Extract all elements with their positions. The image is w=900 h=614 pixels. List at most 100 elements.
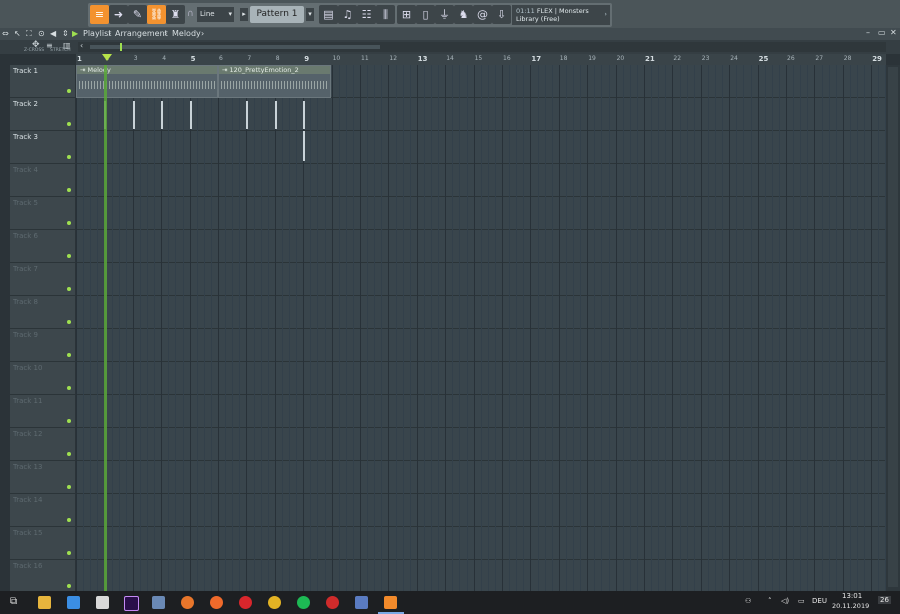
track-header[interactable]: Track 9 bbox=[10, 329, 75, 362]
plug-icon[interactable]: ⏚ bbox=[435, 5, 454, 24]
piano-roll-icon[interactable]: ♫ bbox=[338, 5, 357, 24]
track-mute-led-icon[interactable] bbox=[67, 386, 71, 390]
fl-studio-icon[interactable] bbox=[384, 596, 397, 609]
vertical-scroll-thumb[interactable] bbox=[888, 67, 898, 587]
track-header[interactable]: Track 13 bbox=[10, 461, 75, 494]
pretty-emotion-clip[interactable]: ⇥ 120_PrettyEmotion_2 bbox=[218, 65, 331, 98]
plugin-info-panel[interactable]: 01:11 FLEX | Monsters Library (Free) › bbox=[512, 5, 610, 25]
track-mute-led-icon[interactable] bbox=[67, 254, 71, 258]
firefox-icon[interactable] bbox=[181, 596, 194, 609]
track-mute-led-icon[interactable] bbox=[67, 518, 71, 522]
breadcrumb-3[interactable]: Melody bbox=[172, 29, 201, 38]
mail-icon[interactable] bbox=[96, 596, 109, 609]
track-header[interactable]: Track 2 bbox=[10, 98, 75, 131]
track-header[interactable]: Track 11 bbox=[10, 395, 75, 428]
clock-date[interactable]: 20.11.2019 bbox=[832, 602, 869, 610]
network-icon[interactable]: ▭ bbox=[798, 597, 805, 605]
track-mute-led-icon[interactable] bbox=[67, 320, 71, 324]
track-mute-led-icon[interactable] bbox=[67, 551, 71, 555]
language-indicator[interactable]: DEU bbox=[812, 597, 827, 605]
track-mute-led-icon[interactable] bbox=[67, 188, 71, 192]
app-red-icon[interactable] bbox=[326, 596, 339, 609]
track-mute-led-icon[interactable] bbox=[67, 452, 71, 456]
file-explorer-icon[interactable] bbox=[38, 596, 51, 609]
zoom-icon[interactable]: ⊙ bbox=[38, 29, 45, 38]
pattern-prev-button[interactable]: ▸ bbox=[240, 8, 248, 21]
task-view-icon[interactable]: ⧉ bbox=[10, 596, 17, 607]
track-header[interactable]: Track 12 bbox=[10, 428, 75, 461]
magnet-icon[interactable]: ∩ bbox=[187, 9, 194, 19]
download-icon[interactable]: ⇩ bbox=[492, 5, 511, 24]
browser-icon[interactable]: ▯ bbox=[416, 5, 435, 24]
track-mute-led-icon[interactable] bbox=[67, 89, 71, 93]
brush-icon[interactable]: ✎ bbox=[128, 5, 147, 24]
scroll-left-icon[interactable]: ‹ bbox=[80, 41, 83, 50]
track-header[interactable]: Track 5 bbox=[10, 197, 75, 230]
track-header[interactable]: Track 3 bbox=[10, 131, 75, 164]
track-header[interactable]: Track 15 bbox=[10, 527, 75, 560]
cursor-icon[interactable]: ↖ bbox=[14, 29, 21, 38]
track-mute-led-icon[interactable] bbox=[67, 584, 71, 588]
breadcrumb-2[interactable]: Arrangement bbox=[115, 29, 168, 38]
track-mute-led-icon[interactable] bbox=[67, 485, 71, 489]
audio-slice[interactable] bbox=[275, 101, 277, 129]
volume-icon[interactable]: ◁) bbox=[781, 597, 789, 605]
track-header[interactable]: Track 10 bbox=[10, 362, 75, 395]
chrome-icon[interactable] bbox=[268, 596, 281, 609]
track-header[interactable]: Track 7 bbox=[10, 263, 75, 296]
playlist-menu-button[interactable]: ≡ bbox=[90, 5, 109, 24]
audio-slice[interactable] bbox=[303, 131, 305, 161]
timeline-ruler[interactable]: 1 2 3 4 5 6 7 8 9 10 11 12 13 14 15 16 17 18 19 20 21 22 23 24 2… bbox=[76, 54, 886, 65]
people-icon[interactable]: ⚇ bbox=[745, 597, 751, 605]
track-header[interactable]: Track 4 bbox=[10, 164, 75, 197]
horizontal-scrollbar[interactable]: ‹ bbox=[78, 41, 886, 52]
track-header[interactable]: Track 1 bbox=[10, 65, 75, 98]
track-header[interactable]: Track 6 bbox=[10, 230, 75, 263]
minimize-icon[interactable]: – bbox=[866, 28, 870, 37]
arrows-icon[interactable]: ⇔ bbox=[2, 29, 9, 38]
track-mute-led-icon[interactable] bbox=[67, 221, 71, 225]
playhead-marker-icon[interactable] bbox=[102, 54, 112, 61]
audio-slice[interactable] bbox=[246, 101, 248, 129]
store-icon[interactable] bbox=[67, 596, 80, 609]
track-header[interactable]: Track 8 bbox=[10, 296, 75, 329]
channel-rack-icon[interactable]: ☷ bbox=[357, 5, 376, 24]
stamp-icon[interactable]: ♜ bbox=[166, 5, 185, 24]
arrow-icon[interactable]: ➜ bbox=[109, 5, 128, 24]
audio-slice[interactable] bbox=[133, 101, 135, 129]
spotify-icon[interactable] bbox=[297, 596, 310, 609]
track-header[interactable]: Track 16 bbox=[10, 560, 75, 593]
snap-select[interactable]: Line ▾ bbox=[197, 7, 234, 22]
restore-icon[interactable]: ▭ bbox=[878, 28, 886, 37]
speaker-icon[interactable]: ◀ bbox=[50, 29, 56, 38]
scroll-icon[interactable]: ⇕ bbox=[62, 29, 69, 38]
link-icon[interactable]: ⛓ bbox=[147, 5, 166, 24]
track-mute-led-icon[interactable] bbox=[67, 419, 71, 423]
pattern-dropdown-icon[interactable]: ▾ bbox=[306, 8, 314, 21]
track-mute-led-icon[interactable] bbox=[67, 287, 71, 291]
chevron-up-icon[interactable]: ˄ bbox=[768, 597, 772, 605]
audio-slice[interactable] bbox=[303, 101, 305, 129]
track-header[interactable]: Track 14 bbox=[10, 494, 75, 527]
track-mute-led-icon[interactable] bbox=[67, 122, 71, 126]
audio-slice[interactable] bbox=[161, 101, 163, 129]
premiere-icon[interactable] bbox=[124, 596, 139, 611]
performance-icon[interactable]: ♞ bbox=[454, 5, 473, 24]
playlist-window-icon[interactable]: ▤ bbox=[319, 5, 338, 24]
notification-badge[interactable]: 26 bbox=[878, 596, 891, 604]
mixer-icon[interactable]: ⫼ bbox=[376, 5, 395, 24]
audio-slice[interactable] bbox=[190, 101, 192, 129]
vertical-scrollbar[interactable] bbox=[886, 65, 900, 591]
close-icon[interactable]: ✕ bbox=[890, 28, 897, 37]
playlist-grid[interactable]: ⇥ Melody ⇥ 120_PrettyEmotion_2 bbox=[76, 65, 886, 591]
snail-icon[interactable]: @ bbox=[473, 5, 492, 24]
melody-clip[interactable]: ⇥ Melody bbox=[76, 65, 218, 98]
track-mute-led-icon[interactable] bbox=[67, 353, 71, 357]
pattern-selector[interactable]: Pattern 1 bbox=[250, 6, 304, 23]
fullscreen-icon[interactable]: ⛶ bbox=[26, 29, 32, 39]
browser-icon[interactable] bbox=[210, 596, 223, 609]
opera-icon[interactable] bbox=[239, 596, 252, 609]
app-badge-icon[interactable] bbox=[355, 596, 368, 609]
app-icon[interactable] bbox=[152, 596, 165, 609]
track-mute-led-icon[interactable] bbox=[67, 155, 71, 159]
